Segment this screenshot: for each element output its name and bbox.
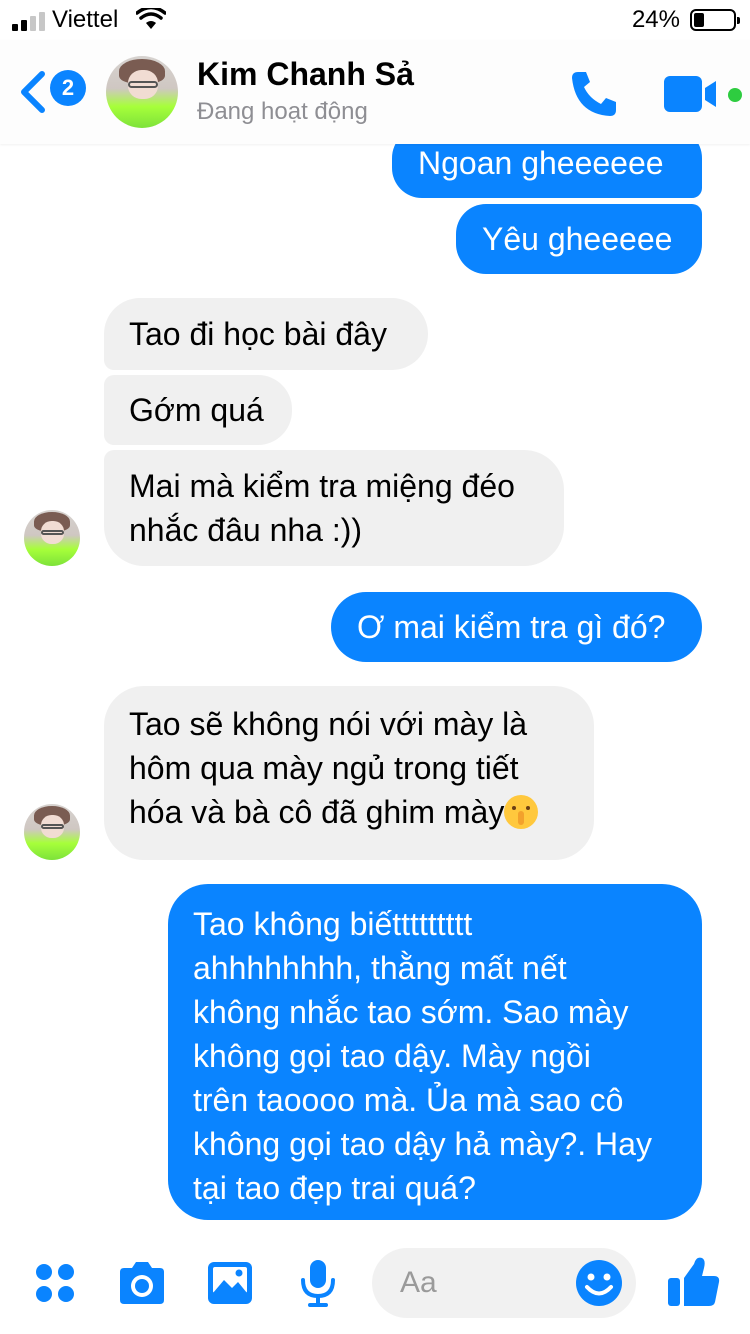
- message-text: Ngoan gheeeeee: [418, 145, 664, 181]
- message-text: Yêu gheeeee: [482, 221, 673, 257]
- contact-avatar[interactable]: [24, 510, 80, 566]
- message-line: tại tao đẹp trai quá?: [193, 1170, 476, 1206]
- contact-avatar[interactable]: [24, 804, 80, 860]
- message-text: Tao đi học bài đây: [129, 316, 387, 352]
- message-text: Ơ mai kiểm tra gì đó?: [357, 609, 666, 645]
- camera-icon[interactable]: [116, 1260, 168, 1306]
- contact-name[interactable]: Kim Chanh Sả: [197, 56, 414, 93]
- message-input-placeholder: Aa: [400, 1266, 437, 1299]
- message-line: trên taoooo mà. Ủa mà sao cô: [193, 1082, 624, 1118]
- message-thread[interactable]: Ngoan gheeeeee Yêu gheeeee Tao đi học bà…: [0, 0, 750, 1240]
- message-line: nhắc đâu nha :)): [129, 512, 363, 548]
- video-call-button[interactable]: [662, 74, 744, 114]
- message-bubble-incoming[interactable]: Mai mà kiểm tra miệng đéo nhắc đâu nha :…: [104, 450, 564, 566]
- online-indicator: [728, 88, 742, 102]
- unread-badge: 2: [50, 70, 86, 106]
- message-line: ahhhhhhhh, thằng mất nết: [193, 950, 567, 986]
- contact-status: Đang hoạt động: [197, 98, 368, 125]
- thumbs-up-icon[interactable]: [666, 1254, 722, 1310]
- message-line: không nhắc tao sớm. Sao mày: [193, 994, 629, 1030]
- back-chevron-icon: [21, 71, 45, 113]
- composer-bar: Aa: [0, 1240, 750, 1334]
- video-camera-icon: [664, 76, 716, 112]
- message-line: Mai mà kiểm tra miệng đéo: [129, 468, 515, 504]
- message-bubble-outgoing[interactable]: Tao không biếttttttttt ahhhhhhhh, thằng …: [168, 884, 702, 1220]
- message-text: Gớm quá: [129, 392, 264, 428]
- message-line: không gọi tao dậy hả mày?. Hay: [193, 1126, 652, 1162]
- apps-grid-icon[interactable]: [34, 1262, 76, 1304]
- message-input[interactable]: Aa: [372, 1248, 636, 1318]
- message-line: hôm qua mày ngủ trong tiết: [129, 750, 519, 786]
- microphone-icon[interactable]: [298, 1258, 338, 1308]
- message-bubble-incoming[interactable]: Gớm quá: [104, 375, 292, 445]
- message-line: không gọi tao dậy. Mày ngồi: [193, 1038, 591, 1074]
- chat-header: 2 Kim Chanh Sả Đang hoạt động: [0, 40, 750, 144]
- back-button[interactable]: 2: [18, 68, 88, 116]
- message-line: Tao không biếttttttttt: [193, 906, 473, 942]
- contact-avatar[interactable]: [106, 56, 178, 128]
- emoji-smile-icon[interactable]: [574, 1258, 624, 1308]
- message-bubble-outgoing[interactable]: Yêu gheeeee: [456, 204, 702, 274]
- shushing-face-emoji: [504, 795, 539, 829]
- photo-icon[interactable]: [206, 1260, 254, 1306]
- message-bubble-outgoing[interactable]: Ơ mai kiểm tra gì đó?: [331, 592, 702, 662]
- message-line: hóa và bà cô đã ghim mày: [129, 790, 574, 834]
- message-bubble-incoming[interactable]: Tao đi học bài đây: [104, 298, 428, 370]
- message-line: Tao sẽ không nói với mày là: [129, 706, 528, 742]
- message-bubble-incoming[interactable]: Tao sẽ không nói với mày là hôm qua mày …: [104, 686, 594, 860]
- phone-icon[interactable]: [568, 68, 620, 120]
